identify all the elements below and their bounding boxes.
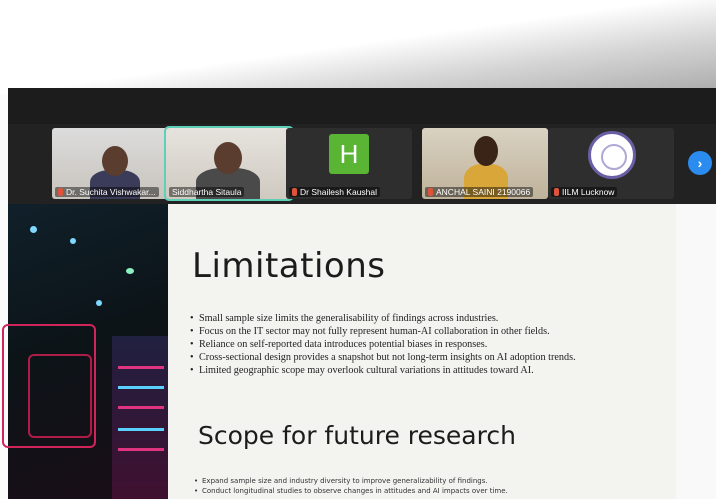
- mic-muted-icon: [428, 188, 433, 196]
- participant-name: Siddhartha Sitaula: [172, 187, 242, 197]
- mic-muted-icon: [292, 188, 297, 196]
- participant-tile-active[interactable]: Siddhartha Sitaula: [164, 126, 294, 201]
- participant-name: IILM Lucknow: [562, 187, 615, 197]
- participant-tile[interactable]: H Dr Shailesh Kaushal: [286, 128, 412, 199]
- future-research-list: Expand sample size and industry diversit…: [194, 476, 654, 496]
- list-item: Reliance on self-reported data introduce…: [190, 338, 640, 351]
- list-item: Limited geographic scope may overlook cu…: [190, 364, 640, 377]
- mic-muted-icon: [58, 188, 63, 196]
- meeting-screen: Dr. Suchita Vishwakar... Siddhartha Sita…: [2, 88, 716, 499]
- laptop-screen: [112, 336, 168, 499]
- participant-name: Dr. Suchita Vishwakar...: [66, 187, 156, 197]
- avatar: H: [329, 134, 369, 174]
- participant-tile[interactable]: IILM Lucknow: [548, 128, 674, 199]
- wall-shadow: [0, 0, 716, 95]
- participant-name: Dr Shailesh Kaushal: [300, 187, 378, 197]
- section-title: Scope for future research: [198, 421, 516, 450]
- list-item: Small sample size limits the generalisab…: [190, 312, 640, 325]
- limitations-list: Small sample size limits the generalisab…: [190, 312, 640, 377]
- list-item: Expand sample size and industry diversit…: [194, 476, 654, 486]
- presentation-slide: Limitations Small sample size limits the…: [168, 204, 676, 499]
- participant-name: ANCHAL SAINI 2190066: [436, 187, 531, 197]
- slide-margin: [676, 204, 716, 499]
- mic-muted-icon: [554, 188, 559, 196]
- list-item: Focus on the IT sector may not fully rep…: [190, 325, 640, 338]
- virtual-background: [2, 204, 168, 499]
- meeting-top-bar: [8, 88, 716, 124]
- participant-tile[interactable]: Dr. Suchita Vishwakar...: [52, 128, 178, 199]
- slide-title: Limitations: [192, 246, 386, 286]
- list-item: Cross-sectional design provides a snapsh…: [190, 351, 640, 364]
- list-item: Conduct longitudinal studies to observe …: [194, 486, 654, 496]
- chevron-right-icon[interactable]: ›: [688, 151, 712, 175]
- institution-logo: [588, 131, 636, 179]
- participant-tile[interactable]: ANCHAL SAINI 2190066: [422, 128, 548, 199]
